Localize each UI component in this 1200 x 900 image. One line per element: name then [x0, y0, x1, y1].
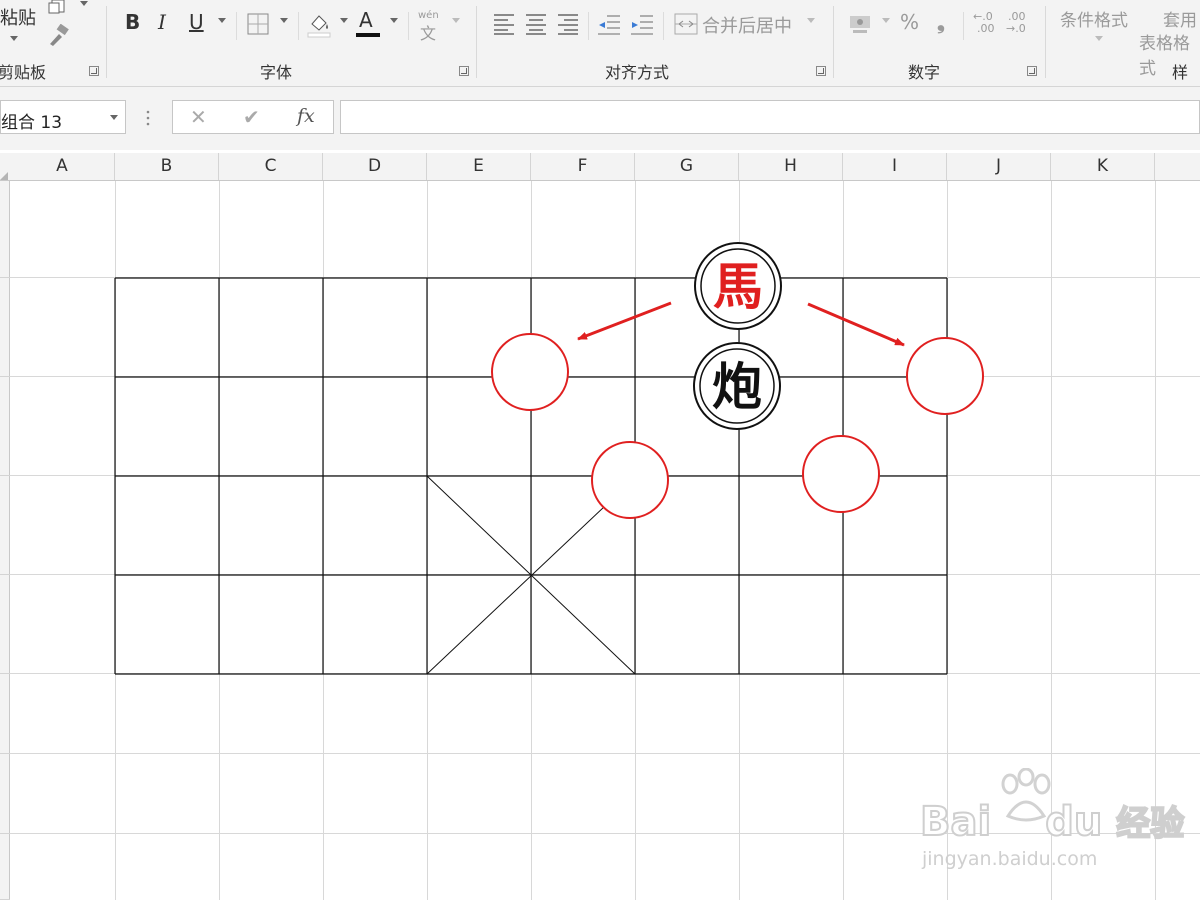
watermark-chinese: 经验 — [1115, 803, 1185, 845]
separator — [298, 12, 299, 40]
formula-buttons: ✕ ✔ fx — [172, 100, 334, 134]
ribbon: 粘贴 剪贴板 B I U A wén 文 字体 合并后居中 对齐方式 % ❟ ←… — [0, 0, 1200, 106]
underline-button[interactable]: U — [189, 10, 204, 34]
merge-center-dropdown-caret[interactable] — [807, 18, 815, 23]
font-color-button[interactable]: A — [359, 8, 373, 32]
column-header-a[interactable]: A — [10, 153, 115, 180]
accounting-format-icon[interactable] — [848, 12, 874, 38]
copy-icon[interactable] — [48, 0, 70, 14]
phonetic-dropdown-caret[interactable] — [452, 18, 460, 23]
target-circle — [802, 435, 880, 513]
column-header-f[interactable]: F — [531, 153, 635, 180]
font-color-dropdown-caret[interactable] — [390, 18, 398, 23]
column-header-d[interactable]: D — [323, 153, 427, 180]
comma-style-button[interactable]: ❟ — [937, 10, 945, 34]
cannon-piece-label: 炮 — [712, 357, 762, 416]
borders-icon[interactable] — [247, 13, 269, 35]
insert-function-button[interactable]: fx — [297, 105, 315, 127]
palace-diagonal — [426, 505, 606, 675]
conditional-formatting-button[interactable]: 条件格式 — [1060, 6, 1128, 31]
accounting-dropdown-caret[interactable] — [882, 18, 890, 23]
conditional-formatting-caret[interactable] — [1095, 36, 1103, 41]
horse-piece-label: 馬 — [713, 257, 763, 316]
horse-piece: 馬 — [694, 242, 782, 330]
paste-dropdown-caret[interactable] — [10, 36, 18, 41]
separator — [408, 12, 409, 40]
clipboard-group-label: 剪贴板 — [0, 63, 47, 82]
target-circle — [906, 337, 984, 415]
column-header-i[interactable]: I — [843, 153, 947, 180]
arrow-right — [807, 302, 905, 347]
group-separator — [1045, 6, 1046, 78]
italic-button[interactable]: I — [158, 10, 166, 34]
cannon-piece: 炮 — [693, 342, 781, 430]
format-painter-icon[interactable] — [46, 24, 72, 46]
enter-button[interactable]: ✔ — [243, 105, 260, 129]
decrease-indent-icon[interactable] — [597, 13, 621, 35]
merge-center-button[interactable]: 合并后居中 — [702, 12, 792, 38]
increase-indent-icon[interactable] — [630, 13, 654, 35]
copy-dropdown-caret[interactable] — [80, 1, 88, 6]
align-left-icon[interactable] — [493, 13, 515, 35]
group-separator — [106, 6, 107, 78]
name-box[interactable]: 组合 13 — [0, 100, 126, 134]
group-separator — [833, 6, 834, 78]
column-header-g[interactable]: G — [635, 153, 739, 180]
name-box-dropdown-caret[interactable] — [110, 115, 118, 120]
group-separator — [476, 6, 477, 78]
formula-input[interactable] — [340, 100, 1200, 134]
name-box-value: 组合 13 — [1, 113, 63, 133]
percent-style-button[interactable]: % — [900, 10, 919, 34]
alignment-dialog-launcher[interactable] — [816, 66, 826, 76]
target-circle — [591, 441, 669, 519]
separator — [588, 12, 589, 40]
separator — [663, 12, 664, 40]
increase-decimal-button[interactable]: .00 — [977, 22, 995, 35]
fill-color-dropdown-caret[interactable] — [340, 18, 348, 23]
column-header-c[interactable]: C — [219, 153, 323, 180]
column-header-j[interactable]: J — [947, 153, 1051, 180]
format-as-table-button[interactable]: 套用 — [1163, 6, 1197, 31]
column-headers: ABCDEFGHIJK — [0, 153, 1200, 181]
borders-dropdown-caret[interactable] — [280, 18, 288, 23]
watermark-brand: Bai — [919, 798, 992, 846]
align-center-icon[interactable] — [525, 13, 547, 35]
watermark-brand-tail: du — [1044, 798, 1103, 846]
arrow-left — [577, 301, 672, 341]
number-dialog-launcher[interactable] — [1027, 66, 1037, 76]
number-group-label: 数字 — [908, 63, 941, 82]
underline-dropdown-caret[interactable] — [218, 18, 226, 23]
paste-button[interactable]: 粘贴 — [0, 4, 36, 30]
clipboard-dialog-launcher[interactable] — [89, 66, 99, 76]
font-dialog-launcher[interactable] — [459, 66, 469, 76]
merge-center-icon[interactable] — [674, 13, 698, 35]
column-header-k[interactable]: K — [1051, 153, 1155, 180]
alignment-group-label: 对齐方式 — [605, 63, 670, 82]
font-color-swatch — [356, 33, 380, 37]
font-group-label: 字体 — [260, 63, 293, 82]
watermark-url: jingyan.baidu.com — [922, 848, 1098, 870]
bold-button[interactable]: B — [125, 10, 140, 34]
separator — [963, 12, 964, 40]
fill-color-icon[interactable] — [306, 10, 332, 38]
decrease-decimal-button[interactable]: →.0 — [1006, 22, 1026, 35]
align-right-icon[interactable] — [557, 13, 579, 35]
chess-pieces: 馬炮 — [693, 242, 782, 430]
target-circle — [491, 333, 569, 411]
cancel-entry-button[interactable]: ✕ — [190, 105, 207, 129]
formula-bar-grip-icon[interactable] — [145, 109, 151, 127]
column-header-h[interactable]: H — [739, 153, 843, 180]
separator — [236, 12, 237, 40]
column-header-b[interactable]: B — [115, 153, 219, 180]
column-header-e[interactable]: E — [427, 153, 531, 180]
phonetic-guide-button[interactable]: 文 — [420, 20, 436, 44]
select-all-corner[interactable] — [0, 153, 10, 180]
formula-bar: 组合 13 ✕ ✔ fx — [0, 87, 1200, 150]
